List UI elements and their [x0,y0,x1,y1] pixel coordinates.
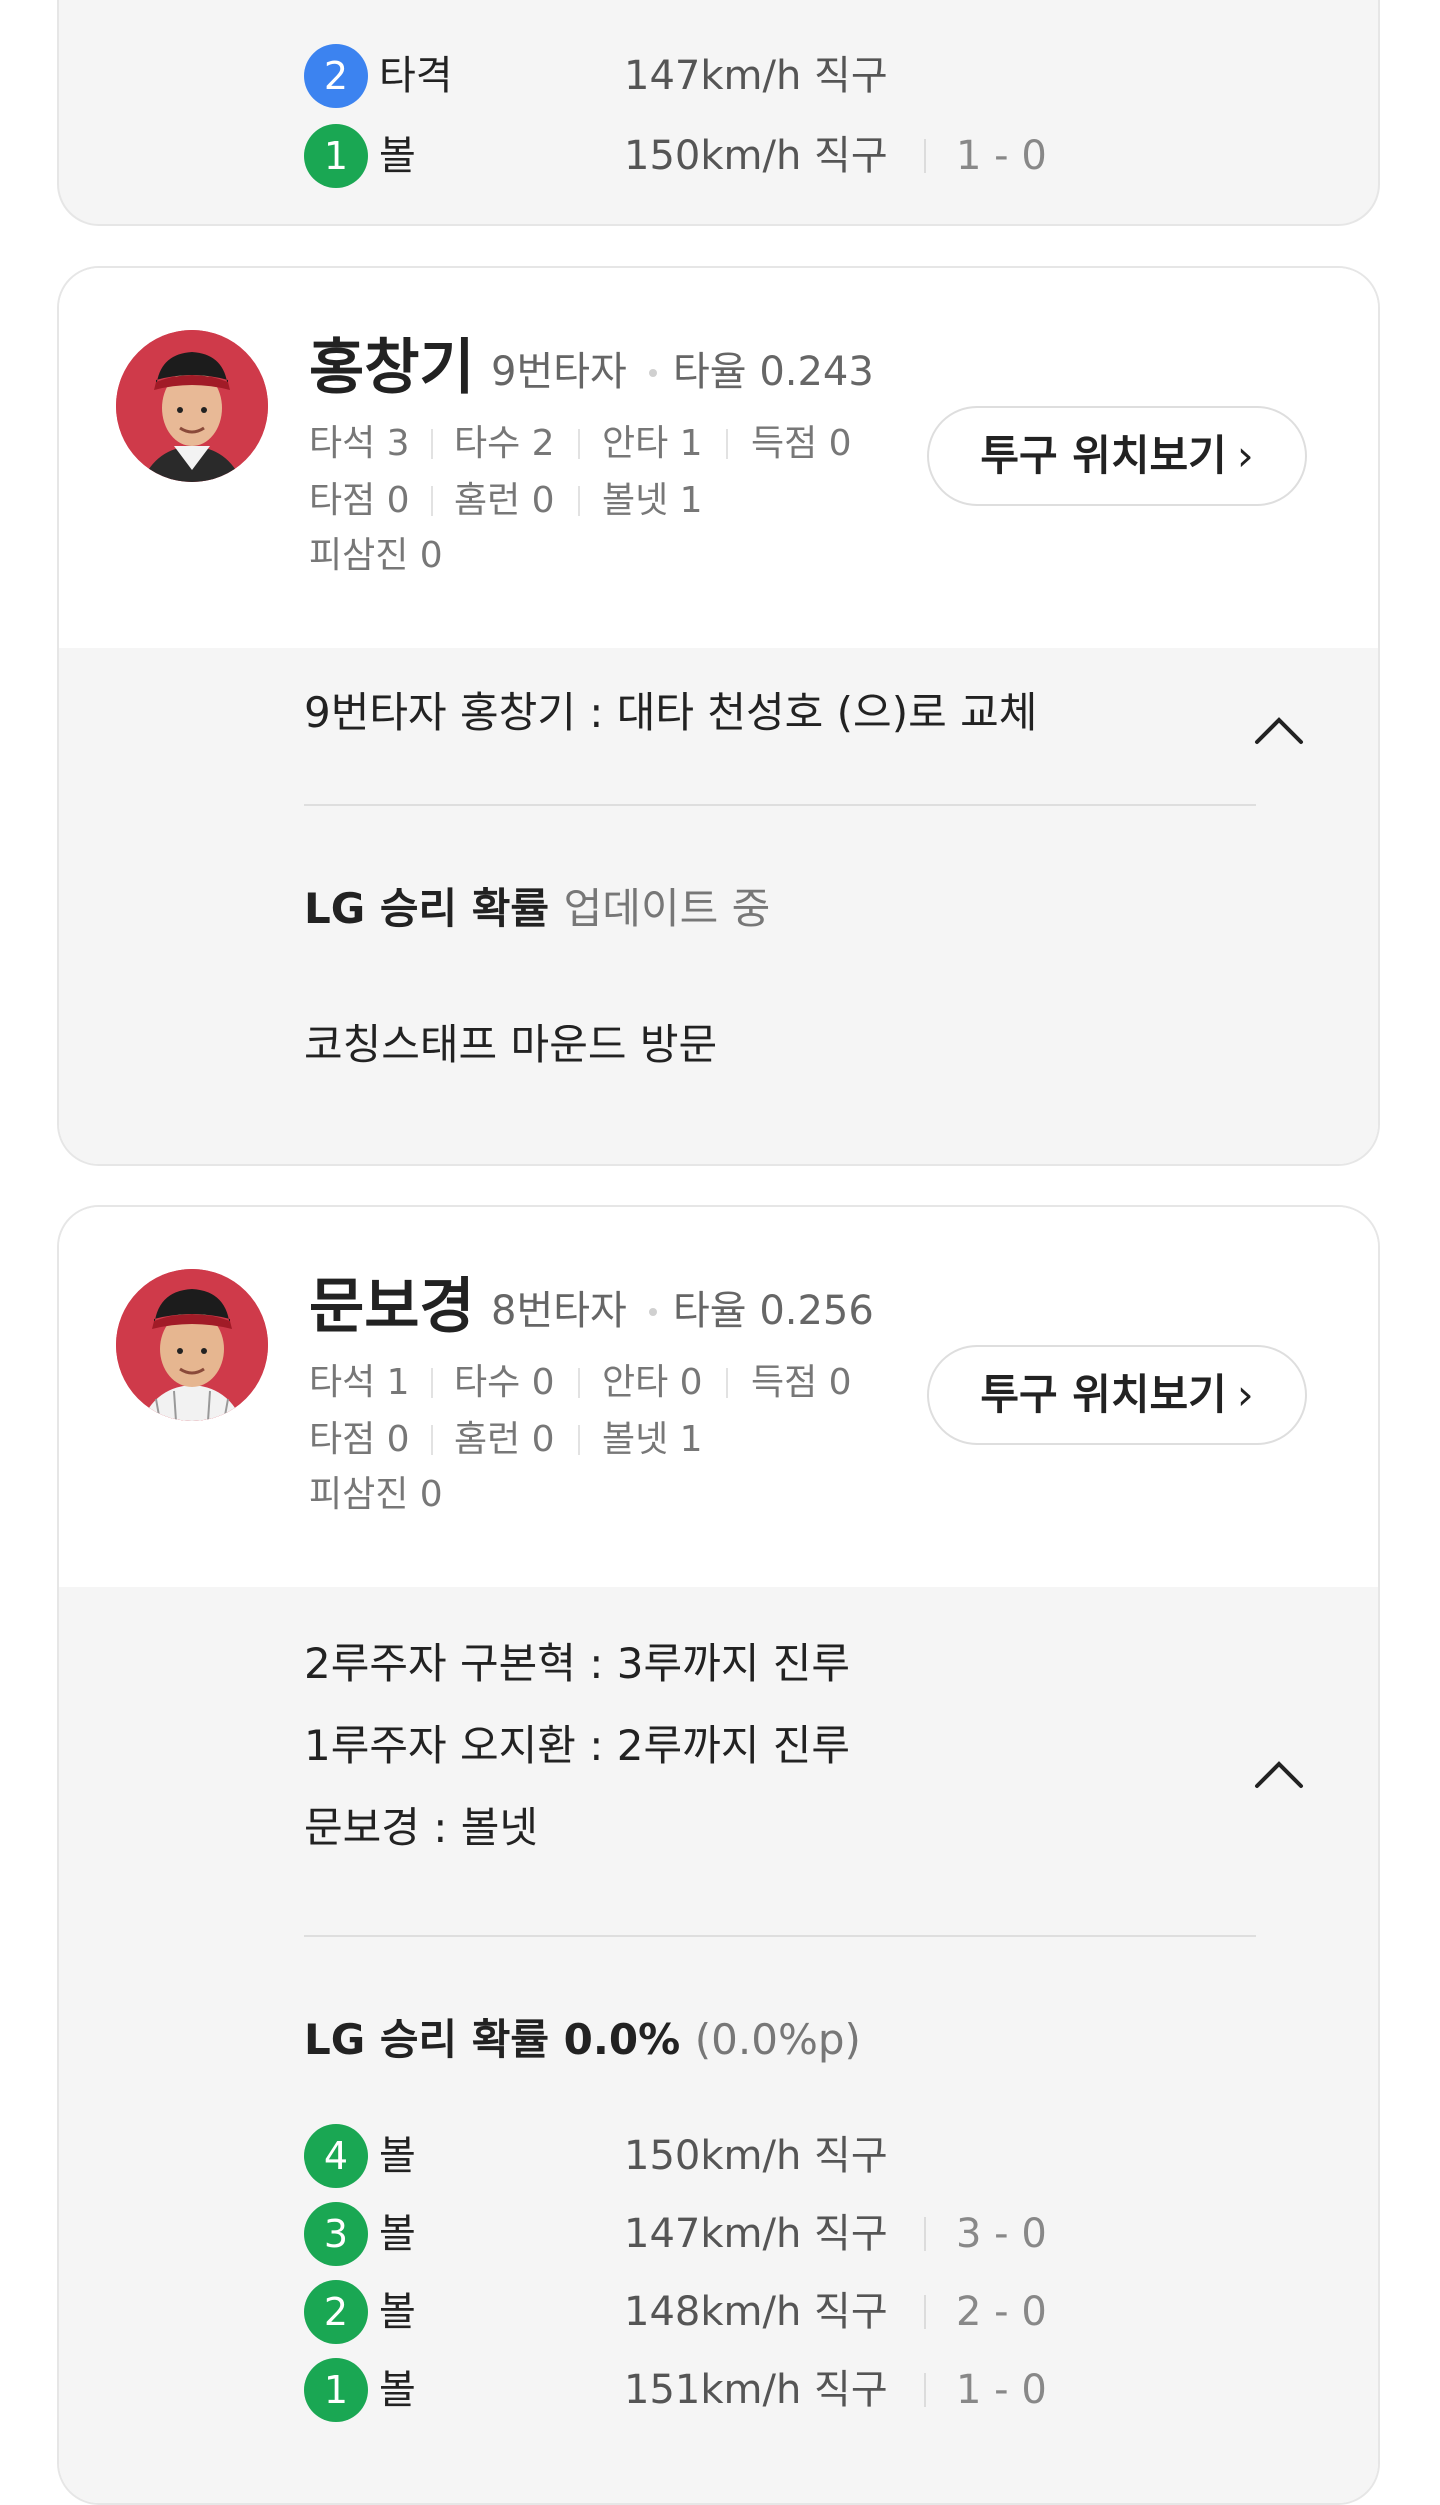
player-name: 홍창기 [309,333,475,403]
pitch-result: 볼 [379,133,416,179]
pitch-count: 2 - 0 [956,2289,1047,2335]
divider [726,1368,728,1398]
pitch-row: 4 볼 150km/h 직구 [304,2124,1304,2188]
pitch-number-badge: 1 [304,2358,368,2422]
pitch-number-badge: 2 [304,2280,368,2344]
event-log: 9번타자 홍창기 : 대타 천성호 (으)로 교체 LG 승리 확률 업데이트 … [59,648,1378,1164]
divider [304,804,1256,806]
stat-walks: 볼넷 1 [602,480,703,521]
divider [431,429,433,459]
event-text: 9번타자 홍창기 : 대타 천성호 (으)로 교체 [304,688,1038,737]
avatar [116,330,268,482]
divider [924,2217,926,2251]
event-text: 문보경 : 볼넷 [304,1803,539,1852]
pitch-row: 2 볼 148km/h 직구 2 - 0 [304,2280,1304,2344]
divider [578,1368,580,1398]
stat-rbi: 타점 0 [309,1419,410,1460]
event-text: 1루주자 오지환 : 2루까지 진루 [304,1721,851,1770]
pitch-result: 볼 [379,2367,416,2413]
divider [578,1425,580,1455]
divider [431,1368,433,1398]
divider [924,2295,926,2329]
stat-strikeouts: 피삼진 0 [309,1474,443,1515]
player-header: 문보경 8번타자 타율 0.256 타석 1 타수 0 안타 0 득점 0 타점… [59,1207,1378,1587]
event-note: 코칭스태프 마운드 방문 [304,1020,718,1069]
pitch-location-button[interactable]: 투구 위치보기 › [927,1345,1307,1445]
pitch-card-previous: 2 타격 147km/h 직구 1 볼 150km/h 직구 1 - 0 [57,0,1380,226]
pitch-speed: 150km/h 직구 [624,2133,888,2179]
divider [578,429,580,459]
batting-order: 9번타자 [491,349,627,395]
batter-card: 홍창기 9번타자 타율 0.243 타석 3 타수 2 안타 1 득점 0 타점… [57,266,1380,1166]
win-probability: LG 승리 확률 업데이트 중 [304,884,771,933]
pitch-row: 3 볼 147km/h 직구 3 - 0 [304,2202,1304,2266]
pitch-row: 1 볼 150km/h 직구 1 - 0 [304,124,1304,188]
pitch-number-badge: 3 [304,2202,368,2266]
stat-runs: 득점 0 [751,1362,852,1403]
pitch-number-badge: 2 [304,44,368,108]
divider [924,139,926,173]
pitch-count: 3 - 0 [956,2211,1047,2257]
pitch-location-button[interactable]: 투구 위치보기 › [927,406,1307,506]
stat-home-runs: 홈런 0 [454,1419,555,1460]
divider [431,1425,433,1455]
separator-dot [649,1308,657,1316]
stat-at-bats: 타수 0 [454,1362,555,1403]
pitch-row: 2 타격 147km/h 직구 [304,44,1304,108]
event-text: 2루주자 구본혁 : 3루까지 진루 [304,1639,851,1688]
pitch-result: 볼 [379,2211,416,2257]
divider [924,2373,926,2407]
pitch-number-badge: 1 [304,124,368,188]
divider [431,486,433,516]
chevron-up-icon[interactable] [1239,1742,1319,1802]
pitch-count: 1 - 0 [956,133,1047,179]
chevron-right-icon: › [1236,1370,1254,1419]
pitch-row: 1 볼 151km/h 직구 1 - 0 [304,2358,1304,2422]
player-name: 문보경 [309,1272,475,1342]
pitch-count: 1 - 0 [956,2367,1047,2413]
pitch-location-label: 투구 위치보기 [980,431,1227,480]
stat-rbi: 타점 0 [309,480,410,521]
win-probability: LG 승리 확률 0.0% (0.0%p) [304,2015,861,2064]
pitch-speed: 151km/h 직구 [624,2367,888,2413]
stat-walks: 볼넷 1 [602,1419,703,1460]
stat-hits: 안타 1 [602,423,703,464]
stat-plate-appearances: 타석 1 [309,1362,410,1403]
avatar [116,1269,268,1421]
batting-average: 타율 0.243 [673,349,874,395]
stat-hits: 안타 0 [602,1362,703,1403]
pitch-speed: 147km/h 직구 [624,53,888,99]
pitch-result: 타격 [379,53,453,99]
pitch-speed: 148km/h 직구 [624,2289,888,2335]
divider [578,486,580,516]
stat-at-bats: 타수 2 [454,423,555,464]
pitch-speed: 147km/h 직구 [624,2211,888,2257]
divider [304,1935,1256,1937]
pitch-result: 볼 [379,2289,416,2335]
pitch-location-label: 투구 위치보기 [980,1370,1227,1419]
pitch-result: 볼 [379,2133,416,2179]
pitch-speed: 150km/h 직구 [624,133,888,179]
chevron-right-icon: › [1236,431,1254,480]
player-header: 홍창기 9번타자 타율 0.243 타석 3 타수 2 안타 1 득점 0 타점… [59,268,1378,648]
event-log: 2루주자 구본혁 : 3루까지 진루 1루주자 오지환 : 2루까지 진루 문보… [59,1587,1378,2503]
separator-dot [649,369,657,377]
batting-average: 타율 0.256 [673,1288,874,1334]
divider [726,429,728,459]
stat-runs: 득점 0 [751,423,852,464]
stat-plate-appearances: 타석 3 [309,423,410,464]
batter-card: 문보경 8번타자 타율 0.256 타석 1 타수 0 안타 0 득점 0 타점… [57,1205,1380,2505]
pitch-number-badge: 4 [304,2124,368,2188]
batting-order: 8번타자 [491,1288,627,1334]
chevron-up-icon[interactable] [1239,698,1319,758]
stat-home-runs: 홈런 0 [454,480,555,521]
stat-strikeouts: 피삼진 0 [309,535,443,576]
